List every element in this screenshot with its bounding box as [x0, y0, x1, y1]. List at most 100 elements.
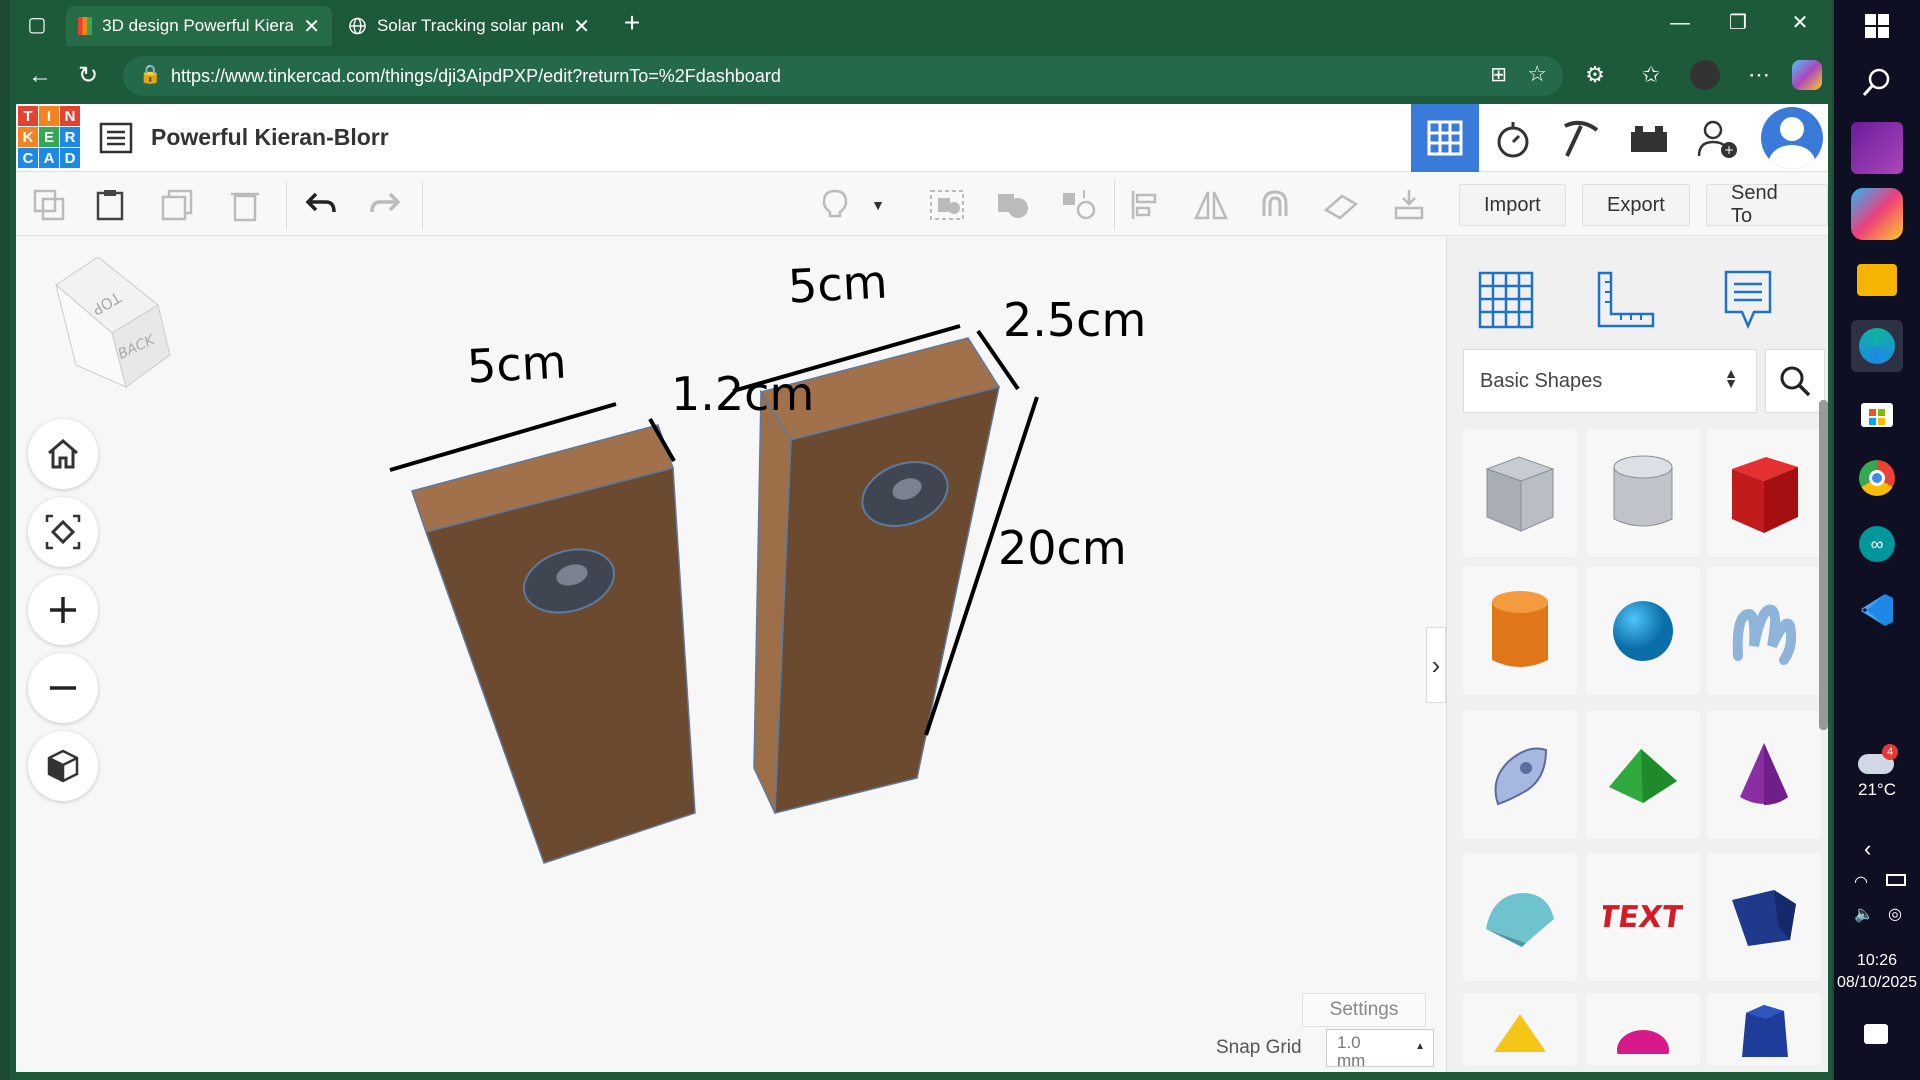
ruler-button[interactable]: [1591, 265, 1661, 335]
favorite-star-icon[interactable]: ☆: [1527, 61, 1547, 87]
design-objects[interactable]: [16, 237, 1426, 1072]
workplane-canvas[interactable]: TOP BACK 5cm 1.2cm 5cm 2.5cm 20cm › Sett…: [16, 237, 1446, 1072]
start-button[interactable]: [1851, 0, 1903, 52]
chevron-up-icon: ▲: [1415, 1041, 1425, 1052]
tab-tinkercad[interactable]: 3D design Powerful Kieran-Blorr ✕: [66, 6, 332, 46]
bricks-button[interactable]: [1615, 104, 1683, 172]
note-icon: [1724, 270, 1772, 330]
new-tab-button[interactable]: +: [614, 6, 650, 42]
simulation-button[interactable]: [1479, 104, 1547, 172]
shape-category-select[interactable]: Basic Shapes ▲ ▼: [1463, 349, 1757, 413]
collapse-panel-button[interactable]: ›: [1426, 627, 1446, 703]
select-arrows-icon: ▲ ▼: [1724, 365, 1738, 391]
paste-icon[interactable]: [92, 186, 130, 224]
more-icon[interactable]: ⋯: [1744, 60, 1774, 90]
shape-cone[interactable]: [1707, 711, 1821, 839]
shape-pyramid[interactable]: [1463, 993, 1577, 1065]
shape-cylinder-hole[interactable]: [1586, 429, 1700, 557]
arduino-icon[interactable]: ∞: [1851, 518, 1903, 570]
tab-actions-icon[interactable]: ▢: [22, 10, 52, 40]
search-taskbar-button[interactable]: [1851, 56, 1903, 108]
tinkercad-logo[interactable]: T I N K E R C A D: [18, 106, 80, 168]
duplicate-icon[interactable]: [158, 186, 196, 224]
user-avatar[interactable]: [1758, 104, 1826, 172]
search-shapes-button[interactable]: [1765, 349, 1825, 413]
toolbar-divider: [422, 180, 423, 230]
weather-widget[interactable]: 4 21°C: [1834, 742, 1920, 806]
shape-icon[interactable]: [1463, 711, 1577, 839]
settings-button[interactable]: Settings: [1302, 993, 1426, 1027]
workplane-grid-button[interactable]: [1471, 265, 1541, 335]
dropdown-arrow-icon[interactable]: ▼: [868, 186, 888, 224]
group-icon[interactable]: [928, 186, 966, 224]
shape-sphere[interactable]: [1586, 567, 1700, 695]
back-button[interactable]: ←: [22, 58, 58, 94]
export-button[interactable]: Export: [1582, 184, 1690, 226]
notifications-icon[interactable]: [1864, 1024, 1888, 1044]
shape-hexagonal-prism[interactable]: [1707, 993, 1821, 1065]
dimension-label: 1.2cm: [671, 367, 815, 421]
shape-cylinder[interactable]: [1463, 567, 1577, 695]
shapes-scrollbar[interactable]: [1819, 400, 1828, 730]
design-title[interactable]: Powerful Kieran-Blorr: [151, 124, 389, 151]
undo-icon[interactable]: [302, 186, 340, 224]
shape-round-roof[interactable]: [1463, 853, 1577, 981]
app-available-icon[interactable]: ⊞: [1490, 62, 1507, 87]
shape-polygon[interactable]: [1707, 853, 1821, 981]
wifi-icon[interactable]: ◠: [1854, 872, 1868, 892]
design-list-icon[interactable]: [98, 120, 134, 156]
3d-design-view-button[interactable]: [1411, 104, 1479, 172]
address-bar[interactable]: 🔒 https://www.tinkercad.com/things/dji3A…: [123, 56, 1563, 96]
send-to-button[interactable]: Send To: [1706, 182, 1828, 227]
chrome-icon[interactable]: [1851, 452, 1903, 504]
svg-text:+: +: [1724, 143, 1734, 157]
chevron-left-icon[interactable]: ‹: [1864, 836, 1871, 862]
shape-scribble[interactable]: [1707, 567, 1821, 695]
cruise-icon[interactable]: [1060, 186, 1098, 224]
minimize-button[interactable]: —: [1660, 8, 1700, 38]
shape-box-hole[interactable]: [1463, 429, 1577, 557]
extensions-icon[interactable]: ⚙: [1580, 60, 1610, 90]
snap-grid-select[interactable]: 1.0 ▲ mm: [1326, 1029, 1434, 1070]
profile-icon[interactable]: [1690, 60, 1720, 90]
copilot-icon[interactable]: [1792, 60, 1822, 90]
restore-button[interactable]: ❐: [1718, 8, 1758, 38]
minecraft-button[interactable]: [1547, 104, 1615, 172]
invite-user-button[interactable]: +: [1683, 104, 1751, 172]
tab-solar[interactable]: Solar Tracking solar panel ✕: [336, 6, 602, 46]
logo-letter: D: [60, 148, 80, 168]
redo-icon[interactable]: [366, 186, 404, 224]
volume-icon[interactable]: 🔈: [1854, 904, 1874, 924]
close-tab-icon[interactable]: ✕: [573, 14, 590, 39]
mic-icon[interactable]: ◎: [1888, 904, 1902, 924]
ruler-drop-icon[interactable]: [1390, 186, 1428, 224]
ungroup-icon[interactable]: [994, 186, 1032, 224]
favorites-icon[interactable]: ✩: [1636, 60, 1666, 90]
taskbar-time[interactable]: 10:26: [1834, 952, 1920, 970]
copilot-app-icon[interactable]: [1851, 188, 1903, 240]
copy-icon[interactable]: [30, 186, 68, 224]
align-icon[interactable]: [1126, 186, 1164, 224]
lightbulb-icon[interactable]: [816, 186, 854, 224]
shape-roof[interactable]: [1586, 711, 1700, 839]
reload-button[interactable]: ↻: [70, 58, 106, 94]
notes-button[interactable]: [1713, 265, 1783, 335]
shape-text[interactable]: TEXT: [1586, 853, 1700, 981]
app-header: T I N K E R C A D Powerful Kieran-Blorr …: [16, 104, 1828, 172]
mirror-icon[interactable]: [1192, 186, 1230, 224]
import-button[interactable]: Import: [1459, 184, 1566, 226]
close-window-button[interactable]: ✕: [1780, 8, 1820, 38]
workplane-icon[interactable]: [1322, 186, 1360, 224]
battery-icon[interactable]: [1886, 874, 1906, 886]
microsoft-store-icon[interactable]: [1851, 386, 1903, 438]
edge-browser-icon[interactable]: [1851, 320, 1903, 372]
close-tab-icon[interactable]: ✕: [303, 14, 320, 39]
file-explorer-icon[interactable]: [1857, 264, 1897, 296]
shape-box[interactable]: [1707, 429, 1821, 557]
workplane-magnet-icon[interactable]: [1256, 186, 1294, 224]
taskbar-date[interactable]: 08/10/2025: [1834, 974, 1920, 992]
pen-app-icon[interactable]: [1851, 122, 1903, 174]
shape-paraboloid[interactable]: [1586, 993, 1700, 1065]
delete-icon[interactable]: [226, 186, 264, 224]
vscode-icon[interactable]: [1851, 584, 1903, 636]
